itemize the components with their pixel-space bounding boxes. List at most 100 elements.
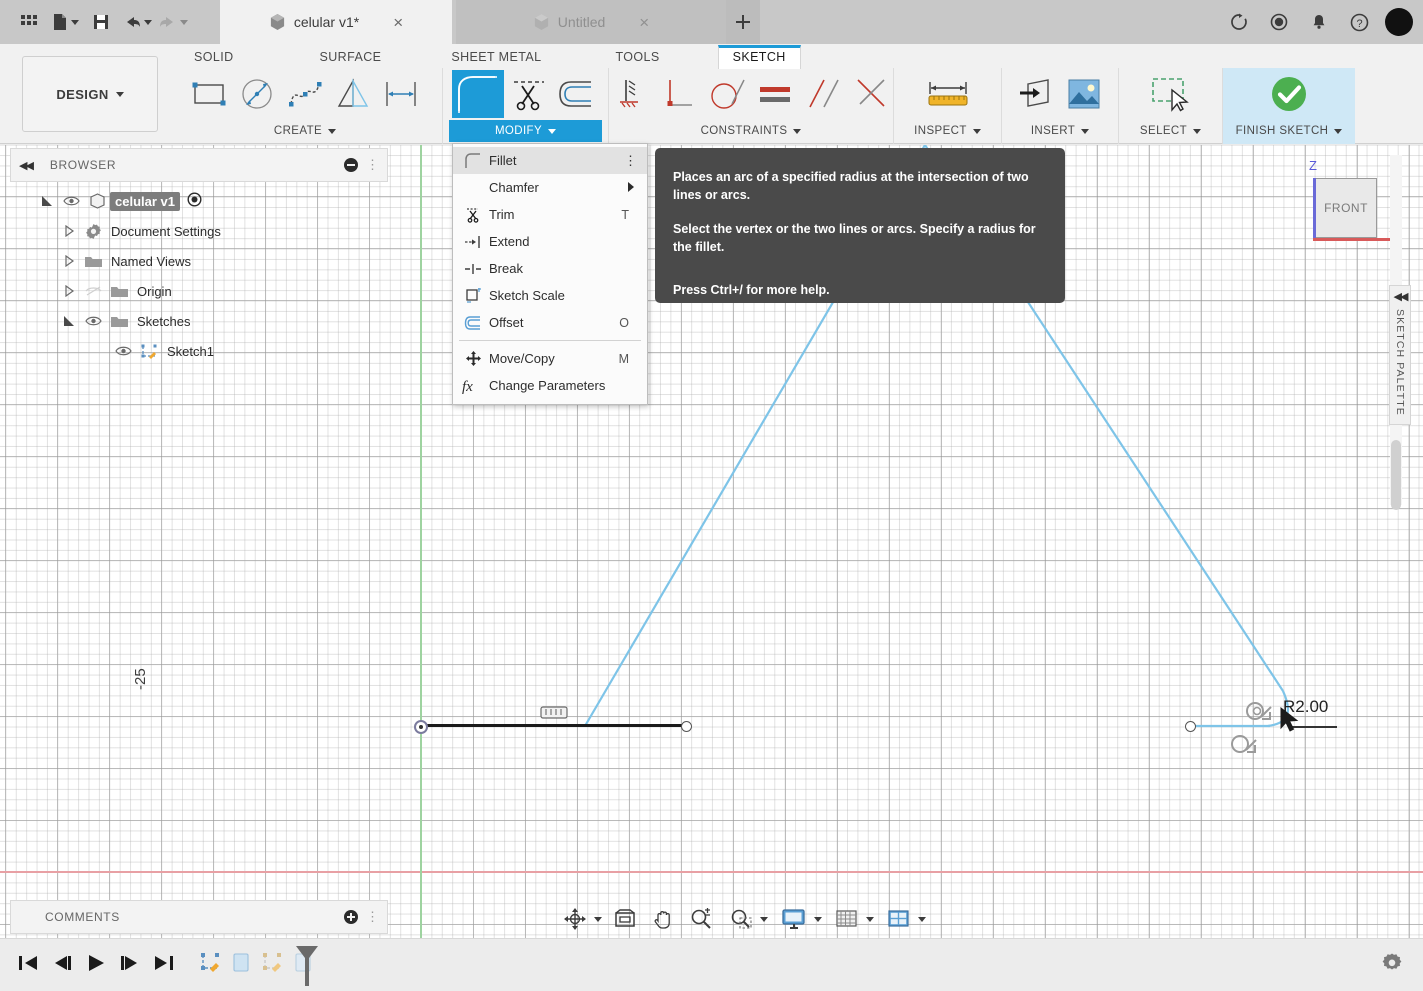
collapse-left-icon[interactable]: ◀◀: [1394, 290, 1409, 303]
go-to-beginning-icon[interactable]: [16, 953, 40, 978]
menu-item-extend[interactable]: Extend: [453, 228, 647, 255]
document-tab-celular[interactable]: celular v1* ×: [220, 0, 452, 44]
panel-inspect-label[interactable]: INSPECT: [900, 120, 995, 142]
tree-item-origin[interactable]: Origin: [10, 276, 388, 306]
viewports-icon[interactable]: [884, 904, 914, 934]
tree-item-named-views[interactable]: Named Views: [10, 246, 388, 276]
grid-apps-icon[interactable]: [12, 2, 46, 42]
expand-arrow-icon[interactable]: [58, 255, 80, 267]
tab-sketch[interactable]: SKETCH: [717, 45, 801, 69]
notifications-bell-icon[interactable]: [1299, 0, 1339, 44]
select-window-icon[interactable]: [1145, 70, 1197, 118]
collapse-all-button[interactable]: [344, 158, 358, 172]
expand-arrow-icon[interactable]: [58, 285, 80, 297]
dimension-tool-icon[interactable]: [378, 70, 424, 118]
expand-arrow-icon[interactable]: [36, 195, 58, 207]
menu-item-move-copy[interactable]: Move/Copy M: [453, 345, 647, 372]
menu-overflow-icon[interactable]: ⋮: [624, 154, 647, 167]
trim-tool-icon[interactable]: [506, 70, 552, 118]
mirror-tool-icon[interactable]: [330, 70, 376, 118]
new-tab-button[interactable]: [726, 0, 760, 44]
panel-insert-label[interactable]: INSERT: [1008, 120, 1112, 142]
tree-item-celular[interactable]: celular v1: [10, 186, 388, 216]
left-dimension-label[interactable]: -25: [132, 668, 149, 690]
panel-resize-grip[interactable]: ⋮: [366, 157, 379, 173]
panel-constraints-label[interactable]: CONSTRAINTS: [615, 120, 887, 142]
tab-surface[interactable]: SURFACE: [306, 46, 396, 69]
tree-item-document-settings[interactable]: Document Settings: [10, 216, 388, 246]
visibility-eye-icon[interactable]: [80, 315, 106, 327]
help-icon[interactable]: ?: [1339, 0, 1379, 44]
timeline-marker-icon[interactable]: [294, 944, 320, 991]
step-forward-icon[interactable]: [118, 953, 142, 978]
panel-modify-label[interactable]: MODIFY: [449, 120, 602, 142]
sketch-point-right[interactable]: [1185, 721, 1196, 732]
offset-tool-icon[interactable]: [554, 70, 600, 118]
display-settings-icon[interactable]: [778, 904, 810, 934]
avatar[interactable]: [1385, 8, 1413, 36]
rectangle-tool-icon[interactable]: [186, 70, 232, 118]
zoom-icon[interactable]: [686, 904, 716, 934]
comments-panel[interactable]: COMMENTS ⋮: [10, 900, 388, 934]
submenu-arrow-icon[interactable]: [627, 180, 647, 195]
timeline-feature-extrude[interactable]: [229, 950, 255, 981]
visibility-eye-hidden-icon[interactable]: [80, 285, 106, 297]
tangent-constraint-icon[interactable]: [704, 70, 750, 118]
sketch-palette-tab[interactable]: ◀◀ SKETCH PALETTE: [1389, 285, 1411, 425]
close-tab-button[interactable]: ×: [639, 14, 649, 31]
job-status-icon[interactable]: [1259, 0, 1299, 44]
fix-constraint-icon[interactable]: [608, 70, 654, 118]
insert-derive-icon[interactable]: [1013, 70, 1059, 118]
chevron-down-icon[interactable]: [814, 916, 822, 922]
save-icon[interactable]: [84, 2, 118, 42]
measure-tool-icon[interactable]: [922, 70, 974, 118]
menu-item-break[interactable]: Break: [453, 255, 647, 282]
coincident-constraint-icon[interactable]: [848, 70, 894, 118]
pan-hand-icon[interactable]: [648, 904, 678, 934]
chevron-down-icon[interactable]: [918, 916, 926, 922]
redo-icon[interactable]: [156, 2, 190, 42]
panel-create-label[interactable]: CREATE: [174, 120, 436, 142]
timeline-feature-sketch[interactable]: [260, 950, 286, 981]
collapse-left-icon[interactable]: ◀◀: [19, 159, 34, 172]
timeline-settings-gear-icon[interactable]: [1381, 952, 1403, 979]
chevron-down-icon[interactable]: [594, 916, 602, 922]
visibility-eye-icon[interactable]: [110, 345, 136, 357]
canvas-scrollbar-thumb[interactable]: [1391, 440, 1401, 510]
circle-tool-icon[interactable]: [234, 70, 280, 118]
play-icon[interactable]: [84, 953, 108, 978]
look-at-icon[interactable]: [610, 904, 640, 934]
expand-arrow-icon[interactable]: [58, 225, 80, 237]
chevron-down-icon[interactable]: [760, 916, 768, 922]
tab-solid[interactable]: SOLID: [180, 46, 248, 69]
expand-arrow-icon[interactable]: [58, 315, 80, 327]
zoom-window-icon[interactable]: [726, 904, 756, 934]
workspace-selector[interactable]: DESIGN: [22, 56, 158, 132]
finish-sketch-check-icon[interactable]: [1263, 70, 1315, 118]
visibility-eye-icon[interactable]: [58, 195, 84, 207]
fix-constraint-icon[interactable]: [540, 706, 568, 720]
origin-point[interactable]: [414, 720, 428, 734]
tree-item-sketches[interactable]: Sketches: [10, 306, 388, 336]
panel-select-label[interactable]: SELECT: [1125, 120, 1216, 142]
grid-snaps-icon[interactable]: [832, 904, 862, 934]
refresh-icon[interactable]: [1219, 0, 1259, 44]
fillet-tool-icon[interactable]: [451, 70, 504, 118]
tree-item-sketch1[interactable]: Sketch1: [10, 336, 388, 366]
orbit-icon[interactable]: [560, 904, 590, 934]
menu-item-offset[interactable]: Offset O: [453, 309, 647, 336]
fixed-sketch-line[interactable]: [420, 724, 687, 727]
insert-image-icon[interactable]: [1061, 70, 1107, 118]
sketch-point-mid[interactable]: [681, 721, 692, 732]
add-comment-button[interactable]: [344, 910, 358, 924]
menu-item-chamfer[interactable]: Chamfer: [453, 174, 647, 201]
panel-resize-grip[interactable]: ⋮: [366, 909, 379, 925]
go-to-end-icon[interactable]: [152, 953, 176, 978]
menu-item-trim[interactable]: Trim T: [453, 201, 647, 228]
undo-icon[interactable]: [120, 2, 154, 42]
activate-component-radio[interactable]: [187, 192, 202, 210]
chevron-down-icon[interactable]: [866, 916, 874, 922]
tab-tools[interactable]: TOOLS: [601, 46, 673, 69]
tab-sheet-metal[interactable]: SHEET METAL: [437, 46, 555, 69]
parallel-constraint-icon[interactable]: [800, 70, 846, 118]
